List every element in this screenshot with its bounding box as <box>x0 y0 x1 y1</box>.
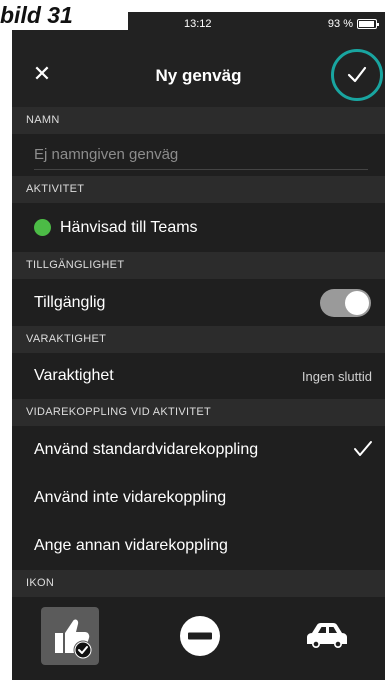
availability-label: Tillgänglig <box>34 293 106 311</box>
forwarding-option-custom[interactable]: Ange annan vidarekoppling <box>12 522 385 570</box>
selected-check-icon <box>354 441 372 456</box>
section-header-activity: AKTIVITET <box>12 176 385 203</box>
duration-value: Ingen sluttid <box>301 368 372 384</box>
icon-picker <box>12 597 385 680</box>
phone-screen: 13:12 93 % ✕ Ny genväg NAMN AKTIVITET Hä… <box>12 12 385 680</box>
section-header-icon: IKON <box>12 570 385 597</box>
duration-row[interactable]: Varaktighet Ingen sluttid <box>12 353 385 399</box>
section-header-name: NAMN <box>12 107 385 134</box>
thumbs-up-icon <box>55 619 93 660</box>
figure-caption: bild 31 <box>0 0 128 30</box>
availability-row: Tillgänglig <box>12 279 385 326</box>
toggle-knob <box>345 291 369 315</box>
confirm-button[interactable] <box>331 49 383 101</box>
do-not-disturb-icon <box>180 616 220 656</box>
duration-label: Varaktighet <box>34 367 114 384</box>
activity-label: Hänvisad till Teams <box>60 218 198 236</box>
icon-option-do-not-disturb[interactable] <box>171 607 229 665</box>
activity-row[interactable]: Hänvisad till Teams <box>12 203 385 252</box>
status-time: 13:12 <box>184 18 212 30</box>
status-dot-icon <box>34 219 51 236</box>
battery-icon <box>357 19 379 29</box>
forwarding-option-label: Använd inte vidarekoppling <box>34 489 227 506</box>
page-title: Ny genväg <box>155 66 242 85</box>
icon-option-thumbs-up[interactable] <box>41 607 99 665</box>
battery-percent: 93 % <box>327 18 353 30</box>
icon-option-car[interactable] <box>298 607 356 665</box>
forwarding-option-none[interactable]: Använd inte vidarekoppling <box>12 474 385 522</box>
section-header-availability: TILLGÄNGLIGHET <box>12 252 385 279</box>
forwarding-option-label: Använd standardvidarekoppling <box>34 441 259 458</box>
shortcut-name-input[interactable] <box>34 140 368 170</box>
battery-indicator: 93 % <box>327 18 379 30</box>
car-icon <box>307 623 347 648</box>
checkmark-icon <box>347 66 367 83</box>
section-header-forwarding: VIDAREKOPPLING VID AKTIVITET <box>12 399 385 426</box>
nav-bar: ✕ Ny genväg <box>12 48 385 107</box>
forwarding-option-default[interactable]: Använd standardvidarekoppling <box>12 426 385 474</box>
forwarding-option-label: Ange annan vidarekoppling <box>34 537 228 554</box>
name-row <box>12 134 385 176</box>
availability-toggle[interactable] <box>320 289 371 317</box>
section-header-duration: VARAKTIGHET <box>12 326 385 353</box>
